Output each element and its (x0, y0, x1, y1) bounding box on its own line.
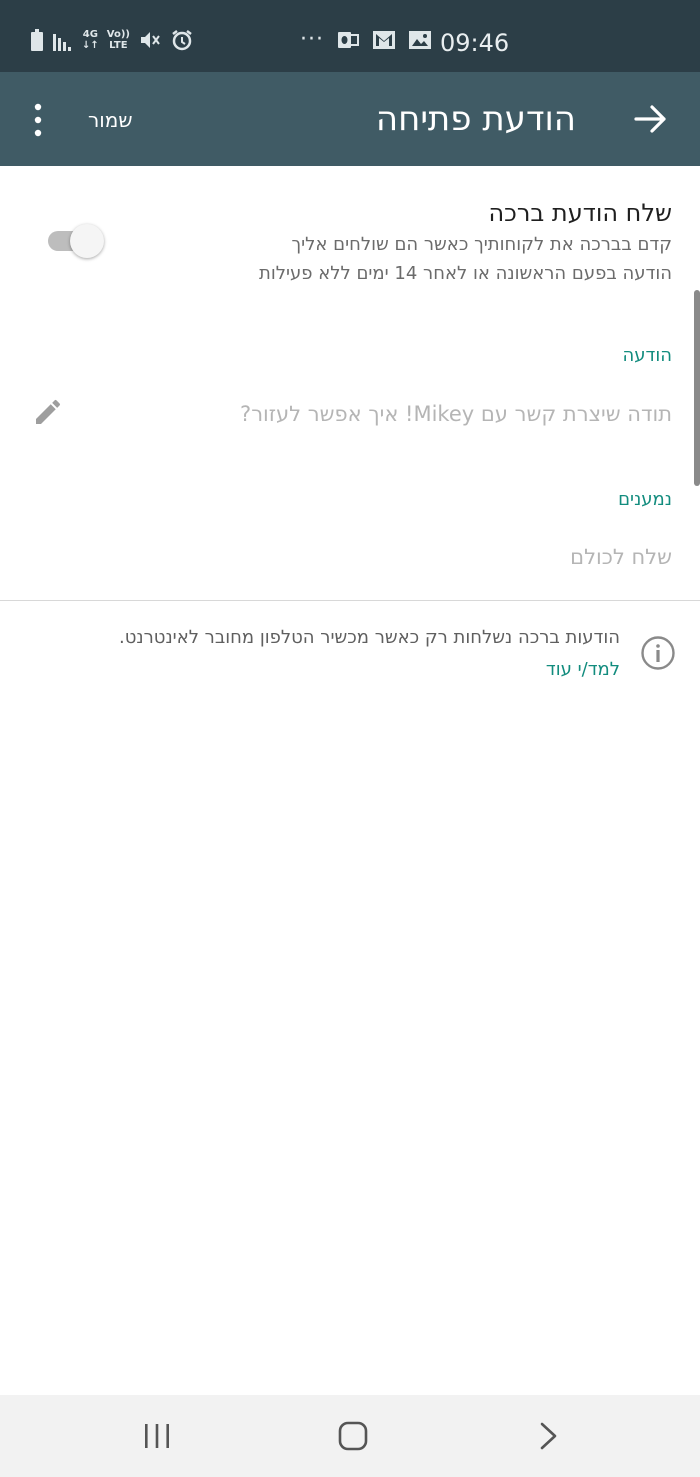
edit-pencil-icon[interactable] (32, 396, 64, 428)
toggle-knob (70, 224, 104, 258)
signal-icon (53, 34, 71, 51)
recent-apps-icon[interactable] (140, 1421, 174, 1451)
battery-icon (31, 29, 43, 51)
more-options-icon[interactable] (28, 102, 48, 138)
more-notifications-icon: ··· (300, 27, 324, 52)
status-time: 09:46 (440, 29, 510, 57)
greeting-setting-description: קדם בברכה את לקוחותיך כאשר הם שולחים אלי… (259, 234, 672, 284)
message-field[interactable]: תודה שיצרת קשר עם Mikey! איך אפשר לעזור? (240, 398, 672, 430)
message-label: הודעה (622, 345, 672, 366)
info-icon (641, 636, 675, 670)
recipients-label: נמענים (618, 489, 672, 510)
alarm-icon (172, 30, 192, 51)
toolbar: הודעת פתיחה שמור (0, 72, 700, 166)
back-arrow-icon[interactable] (630, 99, 670, 139)
network-icon: 4G ↓↑ (82, 29, 99, 51)
mute-icon (140, 32, 160, 48)
outlook-icon (337, 32, 359, 48)
gmail-icon (372, 31, 395, 49)
navigation-bar (0, 1395, 700, 1477)
info-text: הודעות ברכה נשלחות רק כאשר מכשיר הטלפון … (100, 622, 620, 686)
scroll-indicator[interactable] (694, 290, 700, 486)
learn-more-link[interactable]: למד/י עוד (546, 659, 620, 680)
nav-back-icon[interactable] (536, 1421, 562, 1451)
greeting-toggle[interactable] (46, 224, 104, 258)
home-icon[interactable] (336, 1419, 370, 1453)
status-icons-center: ··· (300, 26, 432, 54)
divider (0, 600, 700, 601)
status-icons-left: 4G ↓↑ Vo)) LTE (30, 28, 194, 52)
recipients-selector[interactable]: שלח לכולם (570, 541, 672, 573)
status-bar: 4G ↓↑ Vo)) LTE ··· 09:46 (0, 0, 700, 72)
greeting-setting-title: שלח הודעת ברכה (488, 199, 673, 227)
page-title: הודעת פתיחה (375, 99, 576, 139)
gallery-icon (408, 31, 431, 49)
info-message: הודעות ברכה נשלחות רק כאשר מכשיר הטלפון … (119, 627, 620, 648)
save-button[interactable]: שמור (88, 105, 133, 135)
volte-icon: Vo)) LTE (106, 29, 130, 51)
